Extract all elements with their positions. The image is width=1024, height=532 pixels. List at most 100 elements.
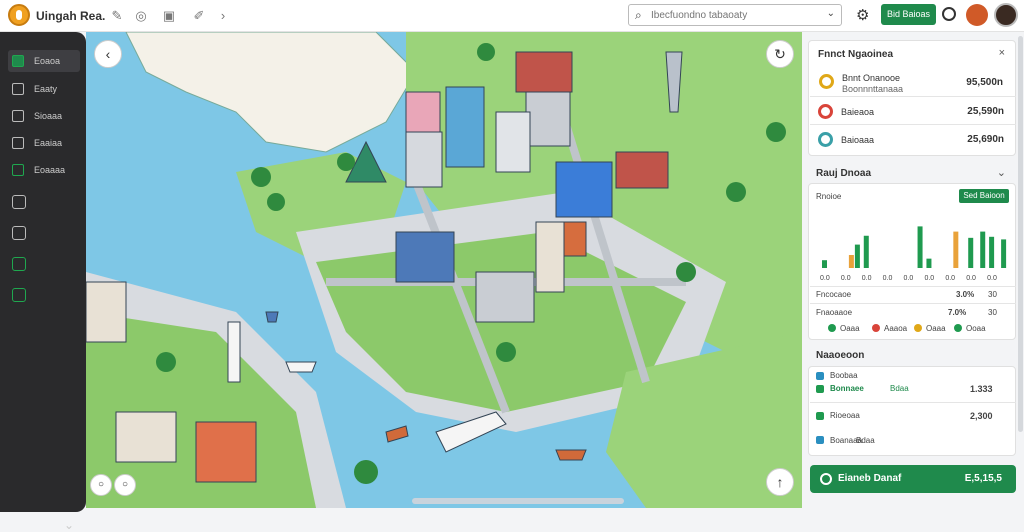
close-icon[interactable]: × — [999, 47, 1005, 59]
building-icon[interactable] — [12, 226, 26, 240]
footer-button[interactable]: Eianeb Danaf E,5,15,5 — [810, 465, 1016, 493]
x-tick-label: 0.0 — [883, 275, 893, 282]
chat-icon — [12, 137, 24, 149]
legend-swatch — [828, 324, 836, 332]
row-value: 95,500n — [966, 77, 1003, 88]
sidebar-item-1[interactable]: Eaaty — [8, 78, 80, 100]
user-avatar[interactable] — [994, 3, 1018, 27]
x-tick-label: 0.0 — [820, 275, 830, 282]
compass-icon[interactable]: ↑ — [766, 468, 794, 496]
bar — [917, 226, 923, 268]
panel-scrollbar[interactable] — [1018, 36, 1023, 432]
list-item-value: 2,300 — [970, 411, 993, 421]
map-illustration — [86, 32, 802, 508]
sidebar-item-label: Eoaoa — [34, 56, 61, 66]
x-tick-label: 0.0 — [966, 275, 976, 282]
image-icon[interactable]: ▣ — [160, 7, 178, 25]
zoom-out-button[interactable]: ○ — [90, 474, 112, 496]
app-title: Uingah Rea. — [36, 9, 106, 23]
chart-subtitle: Rnoioe — [816, 192, 842, 201]
legend-swatch — [914, 324, 922, 332]
chart-icon[interactable] — [12, 288, 26, 302]
legend-swatch — [954, 324, 962, 332]
x-tick-label: 0.0 — [987, 275, 997, 282]
refresh-icon[interactable] — [12, 257, 26, 271]
card-title: Fnnct Ngaoinea — [818, 49, 894, 60]
bar — [980, 231, 986, 268]
section-title: Naaoeoon — [816, 350, 865, 361]
avatar[interactable] — [966, 4, 988, 26]
list-item-icon — [816, 412, 824, 420]
row-value: 25,690n — [967, 134, 1004, 145]
bar — [822, 260, 827, 268]
bar-chart: 0.0 0.0 0.0 0.0 0.0 0.0 0.0 0.0 0.0 — [820, 226, 1007, 282]
grid-icon — [12, 83, 24, 95]
bar — [989, 236, 995, 268]
sidebar-item-4[interactable]: Eoaaaa — [8, 159, 80, 181]
bar — [953, 231, 959, 268]
sidebar-item-2[interactable]: Sioaaa — [8, 105, 80, 127]
stat-label: Fnaoaaoe — [816, 308, 853, 317]
search-icon: ⌕ — [635, 8, 642, 22]
list-item-icon — [816, 372, 824, 380]
pin-icon[interactable]: ✎ — [108, 7, 126, 25]
x-tick-label: 0.0 — [862, 275, 872, 282]
bar — [926, 258, 932, 268]
legend-label: Oaaa — [840, 324, 860, 333]
section-title: Rauj Dnoaa — [816, 168, 872, 179]
search-box[interactable]: ⌕ ⌄ — [628, 4, 842, 26]
target-icon[interactable]: ◎ — [132, 7, 150, 25]
status-ring-icon[interactable] — [942, 7, 956, 21]
divider — [810, 286, 1016, 287]
back-button[interactable]: ‹ — [94, 40, 122, 68]
sidebar: Eoaoa Eaaty Sioaaa Eaaiaa Eoaaaa ⌄ — [0, 32, 86, 532]
settings-icon[interactable] — [12, 195, 26, 209]
chevron-down-icon[interactable]: ⌄ — [64, 518, 74, 532]
bar — [968, 237, 974, 268]
layers-icon — [12, 110, 24, 122]
list-item-tag: Bdaa — [890, 384, 909, 393]
footer-button-label: Eianeb Danaf — [838, 473, 902, 484]
list-item-line: Bonnaee — [830, 384, 864, 393]
action-button[interactable]: Bid Baioas — [881, 4, 936, 25]
stat-value2: 30 — [988, 290, 997, 299]
app-logo-icon — [8, 4, 30, 26]
bar — [1001, 239, 1007, 268]
row-label: Baioaaa — [841, 135, 875, 145]
chevron-down-icon[interactable]: ⌄ — [827, 8, 835, 19]
chevron-right-icon[interactable]: › — [214, 7, 232, 25]
x-tick-label: 0.0 — [945, 275, 955, 282]
gear-icon[interactable]: ⚙ — [856, 6, 869, 24]
sidebar-item-label: Eaaiaa — [34, 138, 63, 148]
top-bar: Uingah Rea. ✎ ◎ ▣ ✐ › ⌕ ⌄ ⚙ Bid Baioas — [0, 0, 1024, 32]
stat-value: 7.0% — [948, 308, 967, 317]
tag-icon — [818, 132, 833, 147]
list-item-icon — [816, 436, 824, 444]
x-tick-label: 0.0 — [924, 275, 934, 282]
sidebar-item-label: Sioaaa — [34, 111, 63, 121]
row-label: Bnnt Onanooe — [842, 73, 901, 83]
map-scrollbar[interactable] — [412, 498, 624, 504]
x-tick-label: 0.0 — [841, 275, 851, 282]
edit-icon[interactable]: ✐ — [190, 7, 208, 25]
leaf-icon — [12, 164, 24, 176]
stat-label: Fncocaoe — [816, 290, 852, 299]
footer-button-value: E,5,15,5 — [964, 473, 1002, 484]
chart-badge[interactable]: Sed Baioon — [959, 189, 1009, 203]
zoom-in-button[interactable]: ○ — [114, 474, 136, 496]
home-icon — [12, 55, 24, 67]
stat-value2: 30 — [988, 308, 997, 317]
search-input[interactable] — [651, 8, 821, 23]
divider — [810, 303, 1016, 304]
list-item-line: Boobaa — [830, 371, 858, 380]
sidebar-item-0[interactable]: Eoaoa — [8, 50, 80, 72]
x-tick-label: 0.0 — [904, 275, 914, 282]
sidebar-item-label: Eoaaaa — [34, 165, 66, 175]
row-label: Baieaoa — [841, 107, 875, 117]
info-icon — [820, 473, 832, 485]
chevron-down-icon[interactable]: ⌄ — [997, 166, 1006, 179]
sidebar-item-3[interactable]: Eaaiaa — [8, 132, 80, 154]
rotate-icon[interactable]: ↻ — [766, 40, 794, 68]
divider — [810, 124, 1016, 125]
city-map[interactable]: ‹ ↻ ↑ ○ ○ — [86, 32, 802, 508]
